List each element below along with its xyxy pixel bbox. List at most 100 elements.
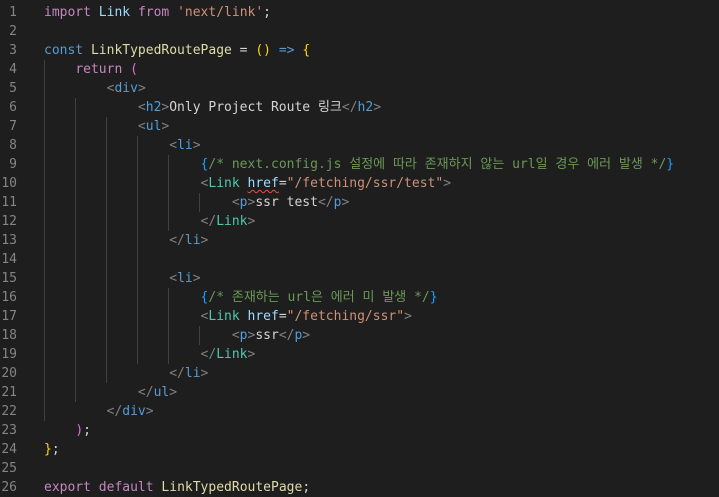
code-token: Link [208,176,240,191]
line-number: 17 [1,309,17,324]
code-line[interactable]: 21 </ul> [0,383,719,402]
code-line[interactable]: 20 </li> [0,364,719,383]
code-line[interactable]: 17 <Link href="/fetching/ssr"> [0,307,719,326]
code-token: ; [302,480,311,495]
code-token: ssr test [255,195,318,210]
code-token: { [302,43,311,58]
code-line[interactable]: 9 {/* next.config.js 설정에 따라 존재하지 않는 url일… [0,155,719,174]
code-line[interactable]: 10 <Link href="/fetching/ssr/test"> [0,174,719,193]
code-line[interactable]: 26 export default LinkTypedRoutePage; [0,478,719,497]
code-token: < [169,271,178,286]
line-number: 16 [1,290,17,305]
line-number: 20 [1,366,17,381]
code-text: ); [44,421,91,440]
code-token: } [666,157,675,172]
code-text: {/* next.config.js 설정에 따라 존재하지 않는 url일 경… [44,155,675,174]
code-token: ; [263,5,271,20]
code-token: < [231,195,240,210]
code-token: Link [216,347,248,362]
code-line[interactable]: 13 </li> [0,231,719,250]
line-number: 11 [1,195,17,210]
code-token: Only Project Route 링크 [169,100,342,115]
code-token: > [247,347,256,362]
code-line[interactable]: 5 <div> [0,79,719,98]
code-token: > [145,404,154,419]
code-token: ( [130,62,138,77]
code-line[interactable]: 23 ); [0,421,719,440]
code-token: ) [75,423,84,438]
code-token: ul [153,385,170,400]
code-token: = [231,43,256,58]
code-line[interactable]: 19 </Link> [0,345,719,364]
line-number: 22 [1,404,17,419]
code-token: /* next.config.js 설정에 따라 존재하지 않는 url일 경우… [208,157,667,172]
code-token: li [177,271,193,286]
code-token: p [239,328,248,343]
line-number: 1 [9,5,17,20]
code-token: default [98,480,154,495]
code-token: > [373,100,382,115]
code-token: /* 존재하는 url은 에러 미 발생 */ [208,290,430,305]
line-number: 18 [1,328,17,343]
code-line[interactable]: 8 <li> [0,136,719,155]
code-line[interactable]: 3 const LinkTypedRoutePage = () => { [0,41,719,60]
code-line[interactable]: 4 return ( [0,60,719,79]
code-text: <p>ssr test</p> [44,193,349,212]
line-number: 23 [1,423,17,438]
code-line[interactable]: 15 <li> [0,269,719,288]
line-number: 21 [1,385,17,400]
code-token: < [137,100,146,115]
code-token: ul [145,119,162,134]
code-line[interactable]: 7 <ul> [0,117,719,136]
line-number: 8 [9,138,17,153]
line-number: 6 [9,100,17,115]
code-token: 'next/link' [177,5,264,20]
code-text: return ( [44,60,138,79]
line-number: 9 [9,157,17,172]
code-token: p [239,195,248,210]
code-token: > [192,271,201,286]
code-line[interactable]: 16 {/* 존재하는 url은 에러 미 발생 */} [0,288,719,307]
code-token: div [122,404,146,419]
code-line[interactable]: 25 [0,459,719,478]
code-token: > [341,195,350,210]
code-token: href [247,176,279,191]
code-token: => [278,43,295,58]
code-line[interactable]: 18 <p>ssr</p> [0,326,719,345]
code-text: <Link href="/fetching/ssr"> [44,307,412,326]
code-token: h2 [145,100,162,115]
code-token: Link [98,5,131,20]
code-line[interactable]: 6 <h2>Only Project Route 링크</h2> [0,98,719,117]
code-token: > [200,366,209,381]
code-editor[interactable]: 1 import Link from 'next/link'; 2 3 const Li… [0,0,719,496]
code-token: ; [83,423,91,438]
code-token: const [44,43,84,58]
code-line[interactable]: 22 </div> [0,402,719,421]
code-text: <h2>Only Project Route 링크</h2> [44,98,381,117]
code-token: > [404,309,412,324]
code-line[interactable]: 12 </Link> [0,212,719,231]
code-token: > [169,385,178,400]
code-line[interactable]: 11 <p>ssr test</p> [0,193,719,212]
code-line[interactable]: 1 import Link from 'next/link'; [0,3,719,22]
code-line[interactable]: 2 [0,22,719,41]
code-line[interactable]: 14 [0,250,719,269]
code-token: return [75,62,123,77]
code-token: div [114,81,138,96]
code-text: </div> [44,402,154,421]
line-number: 5 [9,81,17,96]
code-line[interactable]: 24}; [0,440,719,459]
